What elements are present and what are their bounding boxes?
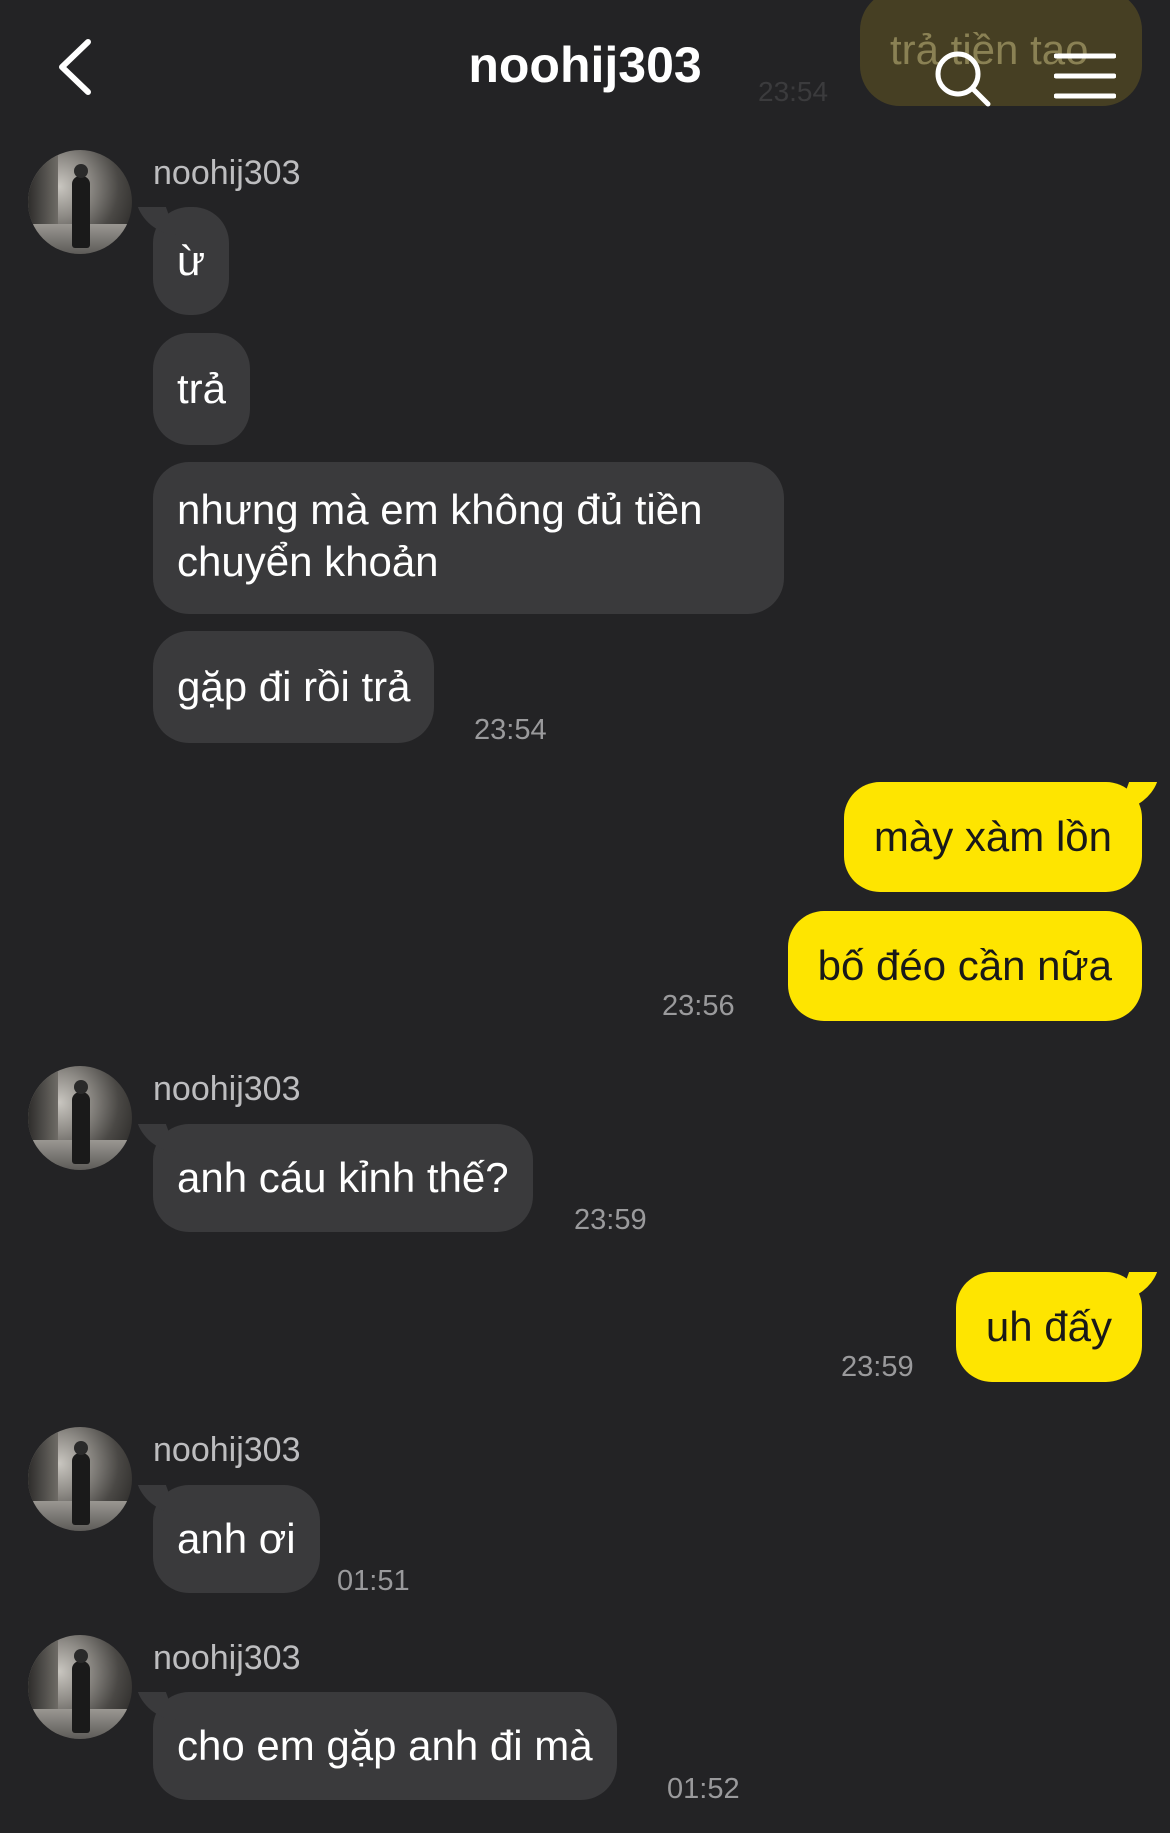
message-text: mày xàm lồn — [873, 813, 1112, 860]
message-text: anh cáu kỉnh thế? — [177, 1154, 509, 1201]
message-text: ừ — [177, 237, 206, 284]
chat-header: noohij303 — [0, 0, 1170, 140]
message-bubble[interactable]: trả — [153, 333, 251, 445]
message-text: bố đéo cần nữa — [817, 942, 1112, 989]
message-text: anh ơi — [177, 1515, 296, 1562]
sender-name: noohij303 — [153, 154, 301, 192]
message-bubble[interactable]: ừ — [153, 207, 230, 315]
message-bubble[interactable]: gặp đi rồi trả — [153, 631, 435, 743]
message-text: uh đấy — [985, 1303, 1112, 1350]
message-bubble[interactable]: uh đấy — [955, 1272, 1142, 1382]
message-text: nhưng mà em không đủ tiền — [177, 486, 703, 533]
message-timestamp: 01:51 — [337, 1565, 410, 1597]
message-timestamp: 23:59 — [574, 1204, 647, 1236]
message-bubble[interactable]: bố đéo cần nữa — [787, 911, 1142, 1021]
message-text: chuyển khoản — [177, 538, 439, 585]
chat-screen: trả tiền tao 23:54 noohij303 noohij303 ừ… — [0, 0, 1170, 1833]
message-text: gặp đi rồi trả — [177, 663, 411, 710]
search-icon[interactable] — [932, 48, 992, 108]
hamburger-menu-icon[interactable] — [1054, 52, 1116, 100]
avatar[interactable] — [28, 150, 132, 254]
avatar[interactable] — [28, 1427, 132, 1531]
sender-name: noohij303 — [153, 1070, 301, 1108]
message-bubble[interactable]: nhưng mà em không đủ tiền chuyển khoản — [153, 462, 784, 614]
chat-title: noohij303 — [468, 37, 702, 93]
message-bubble[interactable]: cho em gặp anh đi mà — [153, 1692, 617, 1800]
message-timestamp: 23:56 — [662, 990, 735, 1022]
sender-name: noohij303 — [153, 1431, 301, 1469]
message-bubble[interactable]: anh ơi — [153, 1485, 320, 1593]
sender-name: noohij303 — [153, 1639, 301, 1677]
message-timestamp: 01:52 — [667, 1773, 740, 1805]
message-text: cho em gặp anh đi mà — [177, 1722, 593, 1769]
message-bubble[interactable]: mày xàm lồn — [843, 782, 1142, 892]
message-timestamp: 23:54 — [474, 714, 547, 746]
avatar[interactable] — [28, 1066, 132, 1170]
message-bubble[interactable]: anh cáu kỉnh thế? — [153, 1124, 533, 1232]
avatar[interactable] — [28, 1635, 132, 1739]
message-timestamp: 23:59 — [841, 1351, 914, 1383]
message-text: trả — [177, 365, 227, 412]
